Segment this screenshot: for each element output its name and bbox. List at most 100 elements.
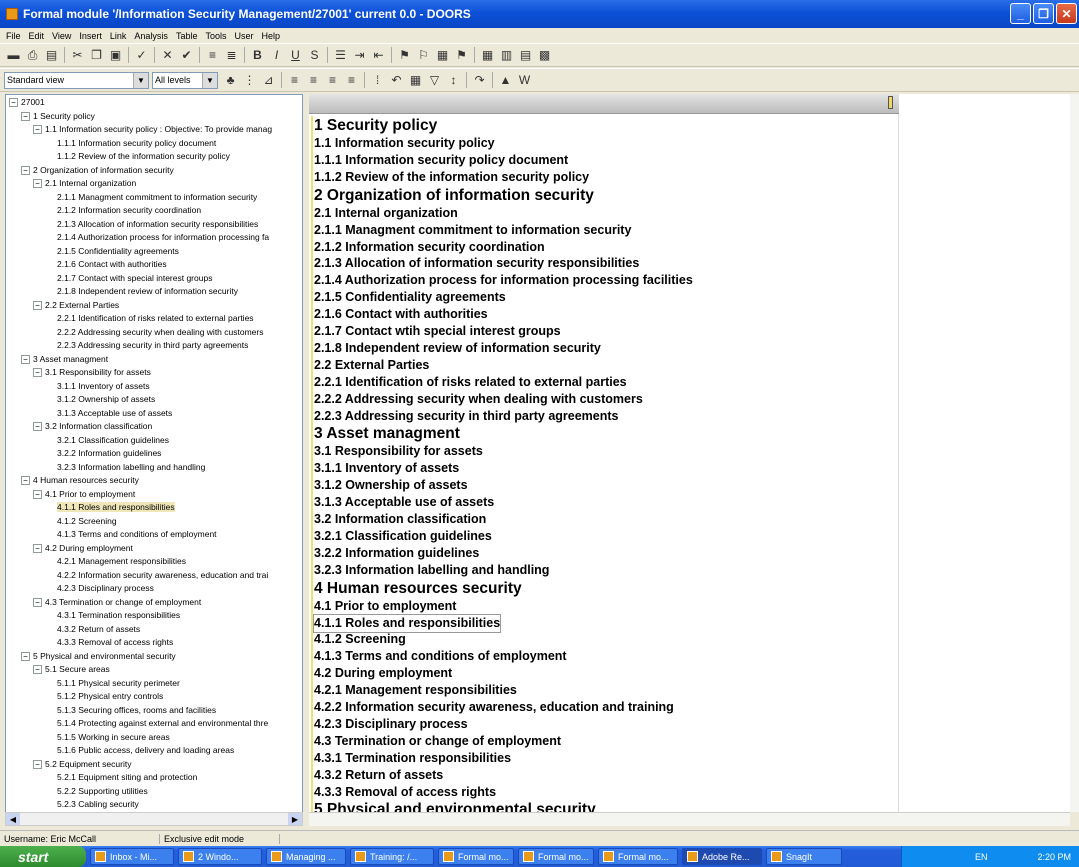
tree-item[interactable]: −5.2 Equipment security	[33, 758, 131, 770]
object-heading[interactable]: 2 Organization of information security	[314, 186, 594, 205]
tree-item[interactable]: −1.1 Information security policy : Objec…	[33, 123, 272, 135]
collapse-icon[interactable]: −	[33, 368, 42, 378]
column-header[interactable]	[309, 94, 899, 114]
table-column-icon[interactable]: ▤	[517, 47, 534, 64]
table-insert-icon[interactable]: ▥	[498, 47, 515, 64]
object-heading[interactable]: 4.1.1 Roles and responsibilities	[312, 613, 502, 633]
tree-item[interactable]: 1.1.1 Information security policy docume…	[57, 137, 216, 149]
taskbar-button[interactable]: Formal mo...	[598, 848, 678, 865]
accept-icon[interactable]: ✔	[178, 47, 195, 64]
strikethrough-icon[interactable]: S	[306, 47, 323, 64]
tree-item[interactable]: −4.1 Prior to employment	[33, 488, 135, 500]
object-heading[interactable]: 4.3.2 Return of assets	[314, 767, 443, 784]
word-export-icon[interactable]: W	[516, 72, 533, 89]
bold-icon[interactable]: B	[249, 47, 266, 64]
document-horizontal-scrollbar[interactable]	[309, 812, 1070, 826]
insert-heading-icon[interactable]: ≡	[204, 47, 221, 64]
taskbar-button[interactable]: SnagIt	[766, 848, 842, 865]
tree-item[interactable]: 4.1.3 Terms and conditions of employment	[57, 528, 217, 540]
tree-item[interactable]: 2.2.1 Identification of risks related to…	[57, 312, 254, 324]
tree-item[interactable]: 4.1.1 Roles and responsibilities	[57, 501, 175, 513]
link-end-icon[interactable]: ⚐	[415, 47, 432, 64]
tree-item[interactable]: 2.1.4 Authorization process for informat…	[57, 231, 269, 243]
collapse-icon[interactable]: −	[33, 597, 42, 607]
tree-item[interactable]: −1 Security policy	[21, 110, 95, 122]
cut-icon[interactable]: ✂	[69, 47, 86, 64]
sort-icon[interactable]: ↕	[445, 72, 462, 89]
tree-item[interactable]: −5 Physical and environmental security	[21, 650, 176, 662]
object-heading[interactable]: 3.2.3 Information labelling and handling	[314, 562, 549, 579]
object-heading[interactable]: 4.1.3 Terms and conditions of employment	[314, 648, 567, 665]
menu-user[interactable]: User	[230, 31, 257, 41]
collapse-icon[interactable]: −	[21, 165, 30, 175]
object-heading[interactable]: 2.2 External Parties	[314, 357, 429, 374]
tree-item[interactable]: −4 Human resources security	[21, 474, 139, 486]
tree-item[interactable]: 2.1.6 Contact with authorities	[57, 258, 167, 270]
language-indicator[interactable]: EN	[975, 852, 988, 862]
column-resize-handle[interactable]	[888, 96, 893, 109]
tree-item[interactable]: 2.2.2 Addressing security when dealing w…	[57, 326, 263, 338]
object-heading[interactable]: 4.2.2 Information security awareness, ed…	[314, 699, 674, 716]
menu-table[interactable]: Table	[172, 31, 202, 41]
taskbar-button[interactable]: Adobe Re...	[682, 848, 762, 865]
object-heading[interactable]: 5 Physical and environmental security	[314, 800, 596, 812]
tree-item[interactable]: −3.1 Responsibility for assets	[33, 366, 151, 378]
menu-analysis[interactable]: Analysis	[130, 31, 172, 41]
tree-item[interactable]: −3 Asset managment	[21, 353, 108, 365]
tree-item[interactable]: 3.1.3 Acceptable use of assets	[57, 407, 172, 419]
tree-item[interactable]: 5.2.1 Equipment siting and protection	[57, 771, 197, 783]
tree-item[interactable]: 4.3.3 Removal of access rights	[57, 636, 173, 648]
collapse-icon[interactable]: −	[21, 651, 30, 661]
tree-item[interactable]: −5.1 Secure areas	[33, 663, 110, 675]
refresh-icon[interactable]: ↷	[471, 72, 488, 89]
tree-item[interactable]: 4.2.2 Information security awareness, ed…	[57, 569, 268, 581]
object-heading[interactable]: 3.1 Responsibility for assets	[314, 443, 483, 460]
tree-item[interactable]: 2.1.2 Information security coordination	[57, 204, 201, 216]
start-button[interactable]: start	[0, 846, 86, 867]
indent-icon[interactable]: ⇥	[351, 47, 368, 64]
object-heading[interactable]: 4.2.3 Disciplinary process	[314, 716, 468, 733]
object-heading[interactable]: 2.1 Internal organization	[314, 205, 458, 222]
tree-item[interactable]: 5.1.4 Protecting against external and en…	[57, 717, 268, 729]
link-start-icon[interactable]: ⚑	[396, 47, 413, 64]
collapse-icon[interactable]: −	[21, 476, 30, 486]
table-grid-icon[interactable]: ▩	[536, 47, 553, 64]
taskbar-button[interactable]: Inbox - Mi...	[90, 848, 174, 865]
tree-item[interactable]: 3.1.1 Inventory of assets	[57, 380, 150, 392]
object-heading[interactable]: 4.3 Termination or change of employment	[314, 733, 561, 750]
grid-icon[interactable]: ▦	[407, 72, 424, 89]
tree-item[interactable]: 5.1.6 Public access, delivery and loadin…	[57, 744, 234, 756]
chevron-down-icon[interactable]: ▼	[202, 72, 217, 88]
table-icon[interactable]: ▦	[479, 47, 496, 64]
bullet-list-icon[interactable]: ☰	[332, 47, 349, 64]
minimize-button[interactable]: _	[1010, 3, 1031, 24]
tree-item[interactable]: 2.1.1 Managment commitment to informatio…	[57, 191, 257, 203]
link-delete-icon[interactable]: ⚑	[453, 47, 470, 64]
close-button[interactable]: ✕	[1056, 3, 1077, 24]
collapse-icon[interactable]: −	[33, 125, 42, 135]
object-heading[interactable]: 4.3.3 Removal of access rights	[314, 784, 496, 801]
object-heading[interactable]: 4.2.1 Management responsibilities	[314, 682, 517, 699]
menu-link[interactable]: Link	[106, 31, 131, 41]
object-heading[interactable]: 4.3.1 Termination responsibilities	[314, 750, 511, 767]
print-icon[interactable]: ⎙	[24, 47, 41, 64]
tree-item[interactable]: 4.2.1 Management responsibilities	[57, 555, 186, 567]
menu-edit[interactable]: Edit	[25, 31, 49, 41]
link-properties-icon[interactable]: ▦	[434, 47, 451, 64]
properties-icon[interactable]: ▤	[43, 47, 60, 64]
object-heading[interactable]: 1.1 Information security policy	[314, 135, 495, 152]
tree-item[interactable]: 5.2.2 Supporting utilities	[57, 785, 148, 797]
object-heading[interactable]: 3.1.2 Ownership of assets	[314, 477, 468, 494]
menu-insert[interactable]: Insert	[75, 31, 106, 41]
collapse-icon[interactable]: −	[33, 489, 42, 499]
object-heading[interactable]: 4.2 During employment	[314, 665, 452, 682]
copy-icon[interactable]: ❐	[88, 47, 105, 64]
tree-item[interactable]: 2.1.7 Contact with special interest grou…	[57, 272, 212, 284]
tree-item[interactable]: 3.1.2 Ownership of assets	[57, 393, 155, 405]
collapse-icon[interactable]: −	[33, 759, 42, 769]
tree-item[interactable]: 5.2.3 Cabling security	[57, 798, 139, 810]
tree-item[interactable]: 2.1.8 Independent review of information …	[57, 285, 238, 297]
tree-item[interactable]: −2.1 Internal organization	[33, 177, 136, 189]
object-heading[interactable]: 4.1.2 Screening	[314, 631, 406, 648]
object-heading[interactable]: 4 Human resources security	[314, 579, 522, 598]
